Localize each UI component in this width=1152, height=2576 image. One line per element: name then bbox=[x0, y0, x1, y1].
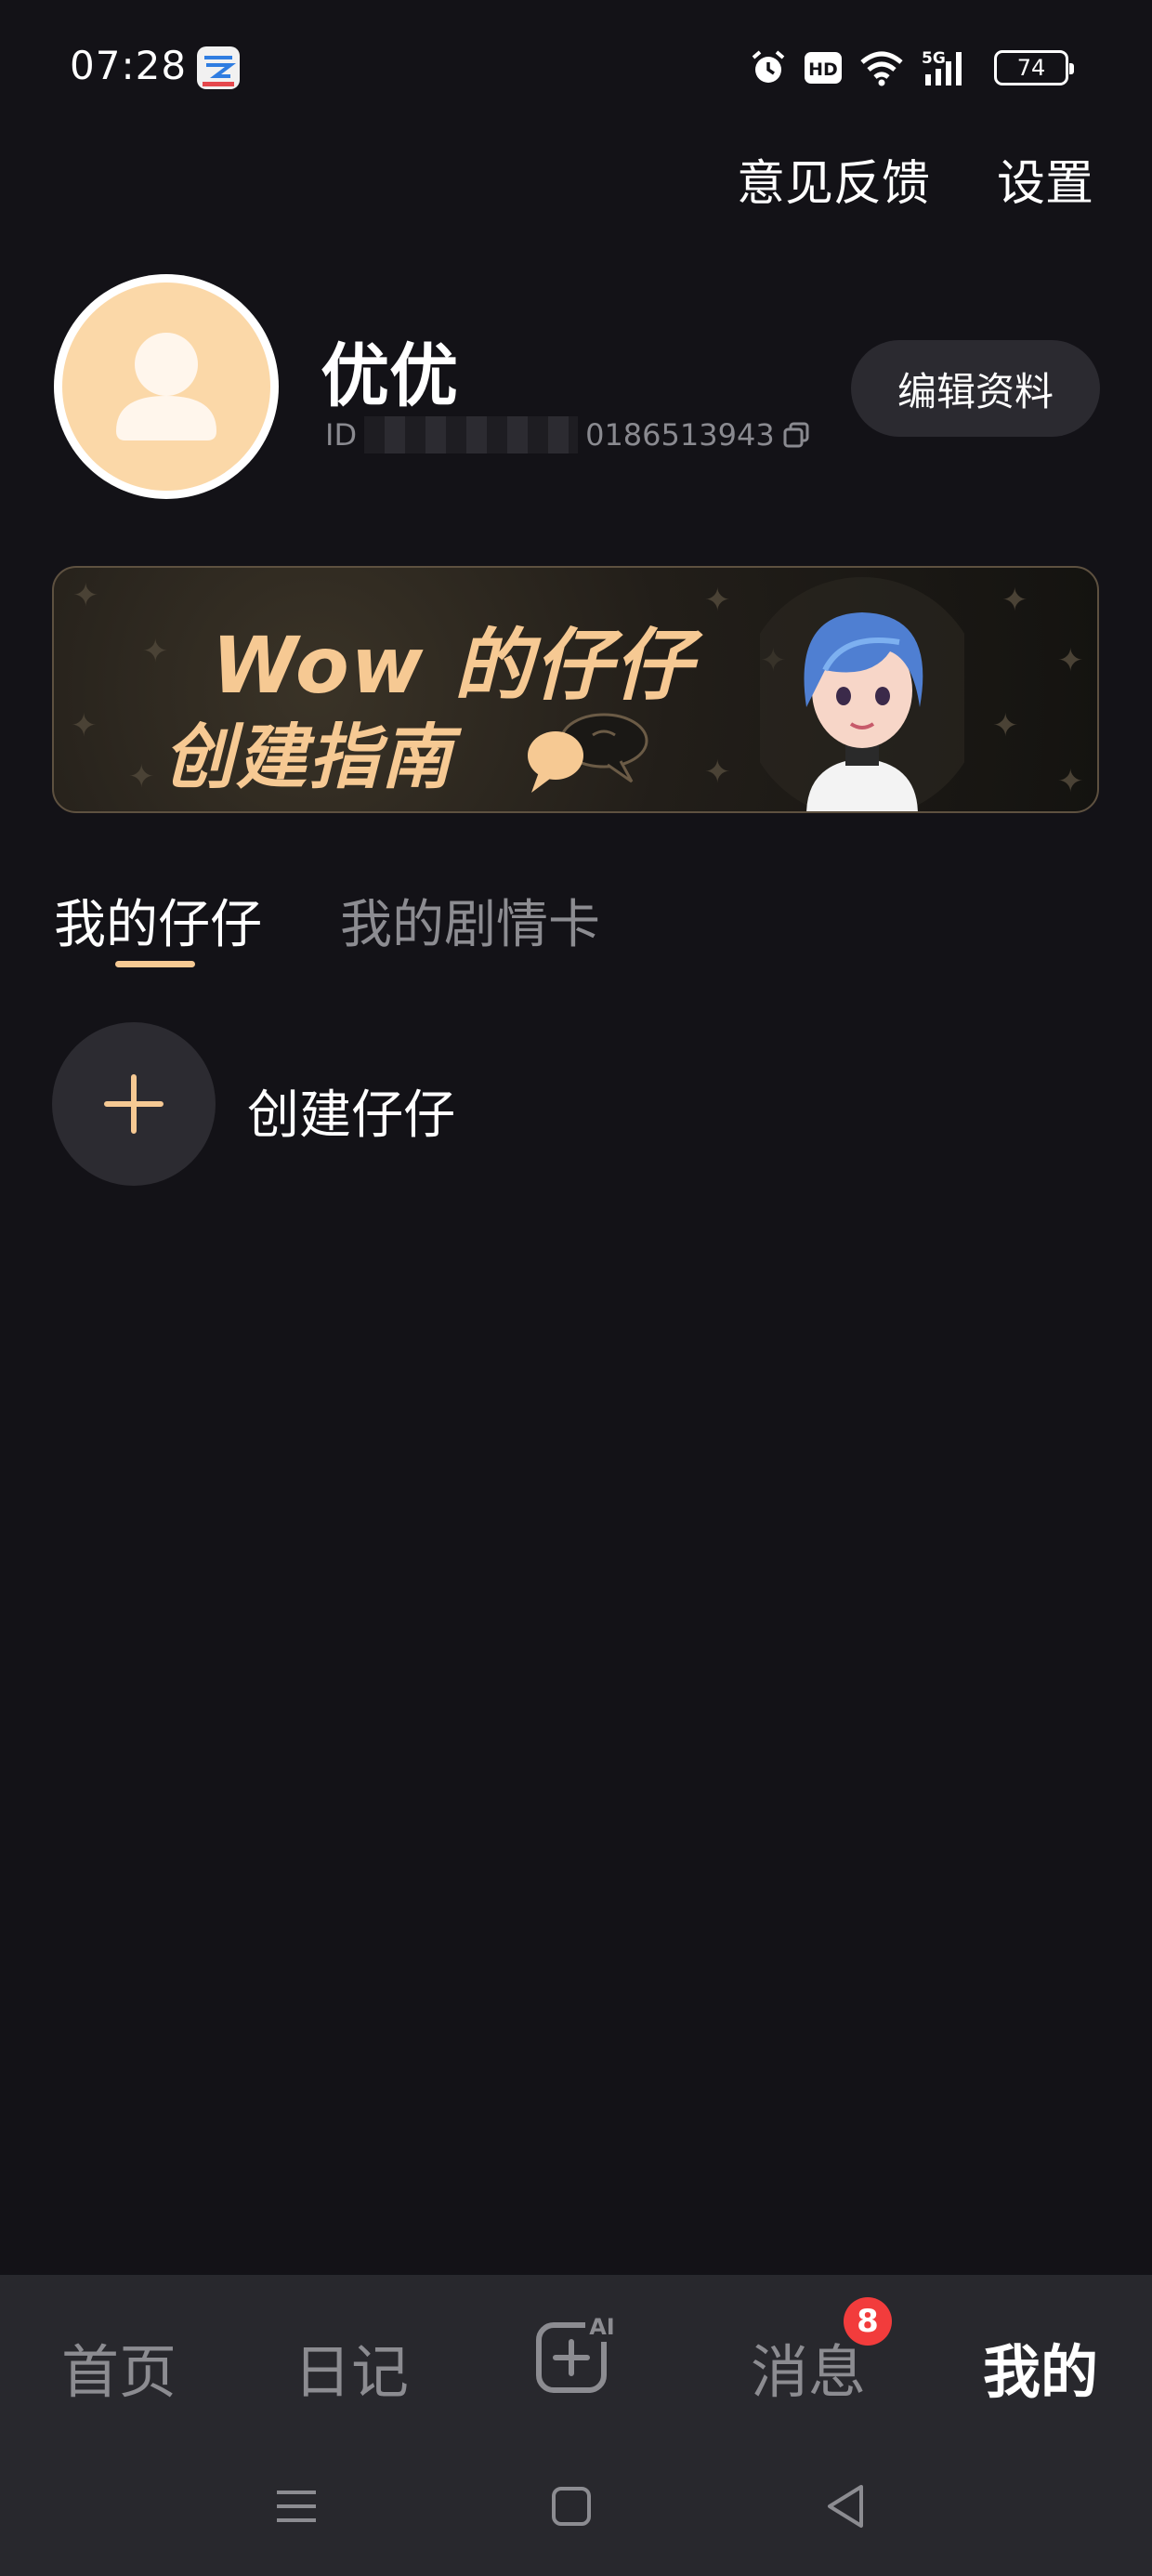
copy-icon[interactable] bbox=[782, 421, 810, 449]
svg-text:HD: HD bbox=[808, 59, 838, 80]
plus-icon bbox=[104, 1074, 164, 1134]
status-time: 07:28 bbox=[70, 43, 188, 88]
ai-create-icon[interactable]: AI bbox=[535, 2314, 617, 2396]
anime-girl-blue-hair-illustration bbox=[760, 577, 964, 811]
alarm-icon bbox=[752, 50, 785, 83]
sparkle-icon: ✦ bbox=[1057, 642, 1084, 679]
avatar[interactable] bbox=[54, 274, 279, 499]
sparkle-icon: ✦ bbox=[704, 754, 731, 791]
create-character-button[interactable] bbox=[52, 1022, 216, 1186]
status-bar: 07:28 HD 5G 74 bbox=[0, 0, 1152, 139]
status-icons: HD 5G 74 bbox=[749, 45, 1074, 91]
sparkle-icon: ✦ bbox=[1057, 763, 1084, 800]
profile-page: 07:28 HD 5G 74 意见反馈 设置 优优 ID 0186513943 … bbox=[0, 0, 1152, 2576]
sparkle-icon: ✦ bbox=[1001, 582, 1028, 619]
sparkle-icon: ✦ bbox=[71, 707, 98, 744]
active-tab-indicator bbox=[115, 961, 195, 967]
nav-diary[interactable]: 日记 bbox=[294, 2325, 409, 2409]
svg-text:AI: AI bbox=[589, 2314, 615, 2340]
battery-level: 74 bbox=[1016, 55, 1046, 81]
back-icon[interactable] bbox=[813, 2474, 878, 2539]
username: 优优 bbox=[321, 336, 458, 416]
banner-title: Wow 的仔仔 bbox=[212, 620, 694, 711]
tab-my-story-cards[interactable]: 我的剧情卡 bbox=[340, 883, 600, 958]
user-id: ID 0186513943 bbox=[325, 416, 810, 453]
settings-link[interactable]: 设置 bbox=[997, 144, 1093, 214]
user-silhouette-icon bbox=[62, 283, 270, 491]
nav-messages[interactable]: 消息 bbox=[751, 2325, 866, 2409]
sparkle-icon: ✦ bbox=[704, 582, 731, 619]
tab-my-characters[interactable]: 我的仔仔 bbox=[54, 883, 262, 958]
battery-indicator: 74 bbox=[994, 50, 1074, 85]
bottom-nav: 首页 日记 AI 消息 8 我的 bbox=[0, 2275, 1152, 2438]
sparkle-icon: ✦ bbox=[128, 758, 155, 795]
5g-signal-icon: 5G bbox=[922, 49, 962, 85]
chat-bubble-icon bbox=[528, 713, 648, 793]
sparkle-icon: ✦ bbox=[72, 577, 99, 614]
system-nav-bar bbox=[0, 2438, 1152, 2576]
messages-badge: 8 bbox=[844, 2297, 892, 2346]
banner-subtitle: 创建指南 bbox=[164, 716, 453, 798]
hd-icon: HD bbox=[805, 52, 842, 84]
svg-text:5G: 5G bbox=[922, 49, 946, 68]
user-id-mask bbox=[364, 416, 579, 453]
home-icon[interactable] bbox=[539, 2474, 604, 2539]
nav-me[interactable]: 我的 bbox=[983, 2325, 1098, 2409]
edit-profile-button[interactable]: 编辑资料 bbox=[851, 340, 1100, 437]
creation-guide-banner[interactable]: ✦ ✦ ✦ ✦ ✦ ✦ ✦ ✦ ✦ ✦ ✦ Wow 的仔仔 创建指南 bbox=[52, 566, 1099, 813]
nav-home[interactable]: 首页 bbox=[61, 2325, 177, 2409]
menu-icon[interactable] bbox=[264, 2474, 329, 2539]
cloud-app-icon bbox=[197, 46, 240, 89]
user-id-prefix: ID bbox=[325, 417, 358, 453]
wifi-icon bbox=[860, 51, 903, 86]
create-character-label[interactable]: 创建仔仔 bbox=[247, 1073, 455, 1149]
sparkle-icon: ✦ bbox=[142, 633, 169, 670]
feedback-link[interactable]: 意见反馈 bbox=[737, 144, 930, 214]
user-id-suffix: 0186513943 bbox=[585, 417, 775, 453]
sparkle-icon: ✦ bbox=[992, 707, 1019, 744]
